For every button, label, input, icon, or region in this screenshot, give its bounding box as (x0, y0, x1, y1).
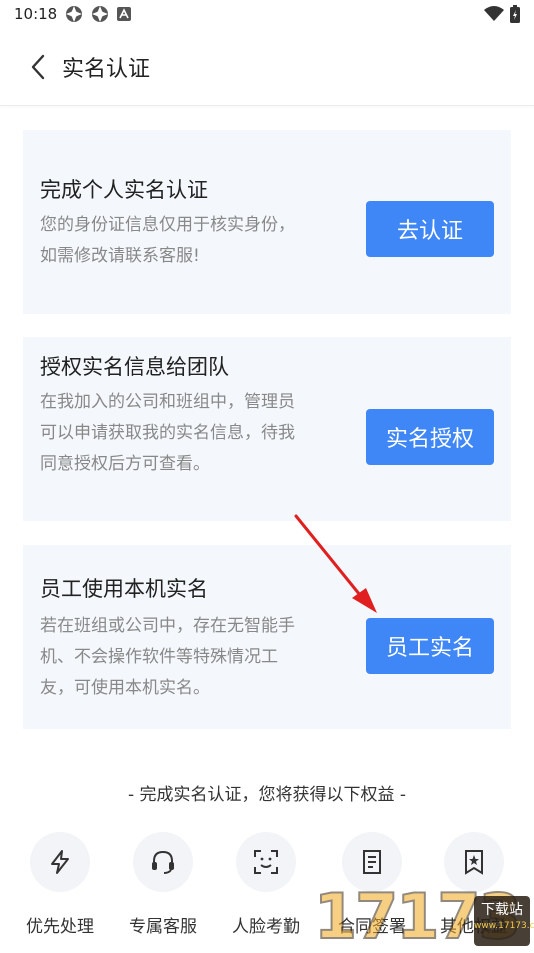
benefit-icon-circle (30, 832, 90, 892)
card-description: 在我加入的公司和班组中，管理员可以申请获取我的实名信息，待我同意授权后方可查看。 (40, 392, 295, 474)
authorize-button[interactable]: 实名授权 (366, 409, 494, 465)
status-left: 10:18 (14, 5, 132, 23)
benefit-customer-service[interactable]: 专属客服 (113, 832, 213, 937)
benefit-icon-circle (236, 832, 296, 892)
battery-icon (510, 5, 520, 23)
watermark-site: www.17173.com (474, 921, 534, 931)
card-employee-verification: 员工使用本机实名 若在班组或公司中，存在无智能手机、不会操作软件等特殊情况工友，… (23, 545, 511, 729)
bookmark-star-icon (465, 850, 483, 875)
watermark-badge: 下载站 www.17173.com (474, 896, 534, 946)
benefit-priority[interactable]: 优先处理 (10, 832, 110, 937)
back-button[interactable] (18, 47, 58, 87)
benefits-caption: - 完成实名认证，您将获得以下权益 - (127, 785, 407, 805)
app-notification-icon (92, 6, 109, 22)
lightning-icon (51, 850, 69, 874)
page-header: 实名认证 (0, 28, 534, 106)
status-bar: 10:18 (0, 0, 534, 28)
wifi-icon (484, 6, 504, 21)
card-title: 员工使用本机实名 (40, 577, 208, 601)
card-title: 授权实名信息给团队 (40, 355, 229, 379)
card-personal-verification: 完成个人实名认证 您的身份证信息仅用于核实身份，如需修改请联系客服! 去认证 (23, 130, 511, 314)
card-description: 若在班组或公司中，存在无智能手机、不会操作软件等特殊情况工友，可使用本机实名。 (40, 616, 295, 698)
card-title: 完成个人实名认证 (40, 178, 208, 202)
page-title: 实名认证 (62, 56, 151, 82)
status-right (484, 5, 520, 23)
benefit-label: 专属客服 (129, 917, 197, 937)
status-time: 10:18 (14, 5, 58, 23)
watermark-badge-text: 下载站 (481, 902, 523, 918)
card-description: 您的身份证信息仅用于核实身份，如需修改请联系客服! (40, 215, 295, 266)
face-scan-icon (254, 850, 278, 874)
benefit-label: 人脸考勤 (232, 917, 300, 937)
employee-verify-button[interactable]: 员工实名 (366, 618, 494, 674)
a-notification-icon (117, 7, 132, 21)
verify-button[interactable]: 去认证 (366, 201, 494, 257)
benefit-label: 优先处理 (26, 917, 94, 937)
benefit-icon-circle (133, 832, 193, 892)
chevron-left-icon (31, 54, 45, 79)
benefit-face-attendance[interactable]: 人脸考勤 (216, 832, 316, 937)
site-watermark: 17173 下载站 www.17173.com (313, 874, 534, 953)
contract-icon (363, 850, 381, 874)
app-notification-icon (66, 6, 83, 22)
card-team-authorization: 授权实名信息给团队 在我加入的公司和班组中，管理员可以申请获取我的实名信息，待我… (23, 337, 511, 521)
headset-icon (152, 850, 174, 874)
